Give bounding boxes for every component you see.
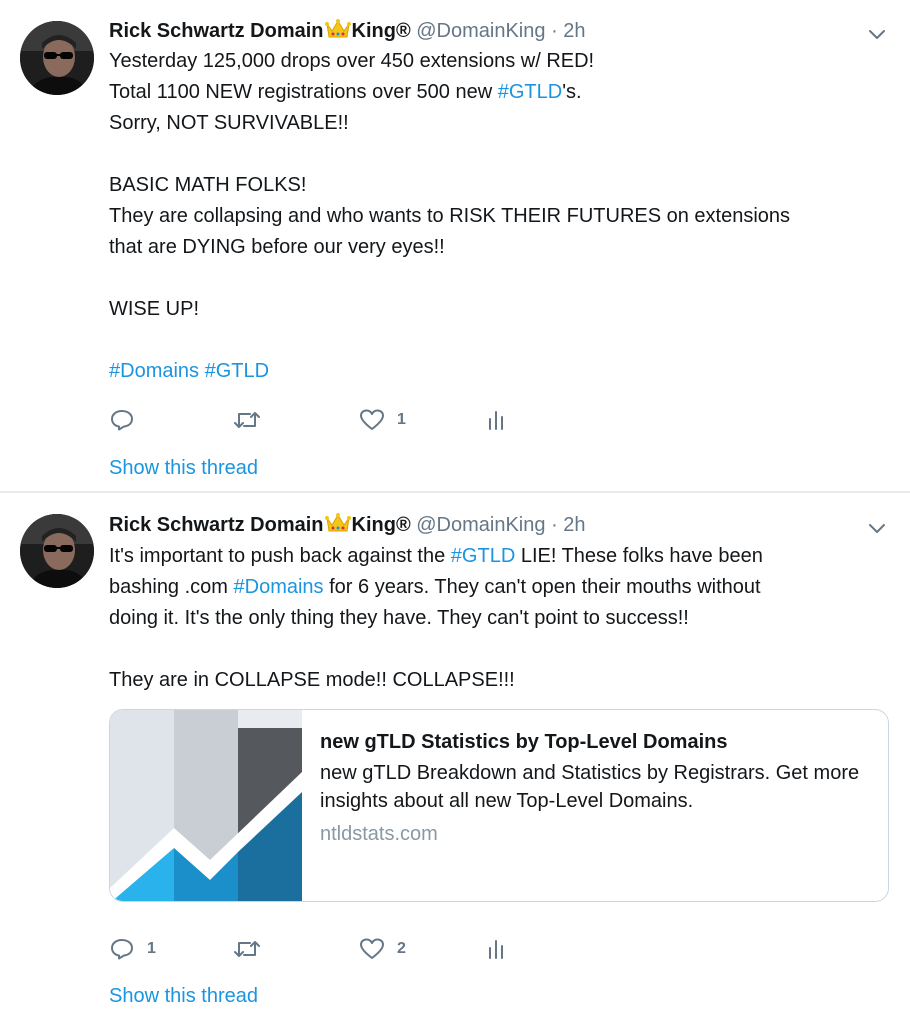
reply-button[interactable] [109, 405, 147, 435]
retweet-icon [234, 941, 260, 957]
analytics-icon [489, 411, 503, 430]
separator-dot: · [551, 20, 558, 42]
reply-button[interactable]: 1 [109, 934, 156, 964]
chevron-down-icon[interactable] [866, 23, 888, 45]
analytics-icon [489, 940, 503, 959]
card-title: new gTLD Statistics by Top-Level Domains [320, 731, 728, 753]
hashtag-link[interactable]: #GTLD [451, 545, 515, 567]
hashtag-link[interactable]: #Domains [109, 360, 199, 382]
heart-icon [360, 409, 384, 430]
tweet-content: Rick Schwartz Domain King® @DomainKing · … [109, 511, 888, 696]
hashtag-link[interactable]: #GTLD [205, 360, 269, 382]
card-description: new gTLD Breakdown and Statistics by Reg… [320, 762, 860, 812]
author-name[interactable]: Rick Schwartz Domain King® [109, 19, 411, 42]
author-handle[interactable]: @DomainKing [416, 514, 545, 536]
show-thread-link[interactable]: Show this thread [109, 985, 258, 1008]
author-name-text: Rick Schwartz Domain [109, 514, 324, 536]
author-name-suffix: King® [351, 20, 411, 42]
tweet-text: Yesterday 125,000 drops over 450 extensi… [109, 46, 888, 387]
retweet-icon [234, 412, 260, 428]
author-handle[interactable]: @DomainKing [416, 20, 545, 42]
reply-icon [111, 939, 133, 960]
like-count: 2 [397, 940, 406, 957]
tweet-header: Rick Schwartz Domain King® @DomainKing · … [109, 17, 888, 45]
growth-chart-icon [110, 710, 302, 901]
like-button[interactable]: 1 [359, 405, 406, 435]
heart-icon [360, 938, 384, 959]
chevron-down-icon[interactable] [866, 517, 888, 539]
author-name[interactable]: Rick Schwartz Domain King® [109, 513, 411, 536]
link-card[interactable]: new gTLD Statistics by Top-Level Domains… [109, 709, 889, 902]
avatar[interactable] [20, 514, 94, 588]
card-domain: ntldstats.com [320, 823, 438, 845]
hashtag-link[interactable]: #Domains [234, 576, 324, 598]
analytics-button[interactable] [485, 934, 507, 964]
avatar[interactable] [20, 21, 94, 95]
crown-icon [324, 18, 351, 48]
card-body: new gTLD Statistics by Top-Level Domains… [320, 728, 868, 848]
tweet-header: Rick Schwartz Domain King® @DomainKing · … [109, 511, 888, 539]
tweet-text-segment: 's. Sorry, NOT SURVIVABLE!! BASIC MATH F… [109, 81, 791, 320]
author-name-text: Rick Schwartz Domain [109, 20, 324, 42]
tweet[interactable]: Rick Schwartz Domain King® @DomainKing · … [0, 495, 910, 1024]
reply-icon [111, 410, 133, 431]
avatar-photo-icon [20, 21, 94, 95]
show-thread-link[interactable]: Show this thread [109, 457, 258, 480]
tweet-text-segment: It's important to push back against the [109, 545, 451, 567]
tweet-actions: 1 [109, 405, 529, 435]
analytics-button[interactable] [485, 405, 507, 435]
tweet-timestamp[interactable]: 2h [563, 514, 585, 536]
hashtag-link[interactable]: #GTLD [498, 81, 562, 103]
crown-icon [324, 512, 351, 542]
card-thumbnail [110, 710, 302, 901]
avatar-photo-icon [20, 514, 94, 588]
like-count: 1 [397, 411, 406, 428]
author-name-suffix: King® [351, 514, 411, 536]
retweet-button[interactable] [233, 934, 273, 964]
tweet-timestamp[interactable]: 2h [563, 20, 585, 42]
separator-dot: · [551, 514, 558, 536]
tweet-text: It's important to push back against the … [109, 541, 888, 696]
retweet-button[interactable] [233, 405, 273, 435]
tweet-actions: 1 2 [109, 934, 529, 964]
reply-count: 1 [147, 940, 156, 957]
like-button[interactable]: 2 [359, 934, 406, 964]
tweet[interactable]: Rick Schwartz Domain King® @DomainKing · … [0, 0, 910, 493]
tweet-content: Rick Schwartz Domain King® @DomainKing · … [109, 17, 888, 387]
